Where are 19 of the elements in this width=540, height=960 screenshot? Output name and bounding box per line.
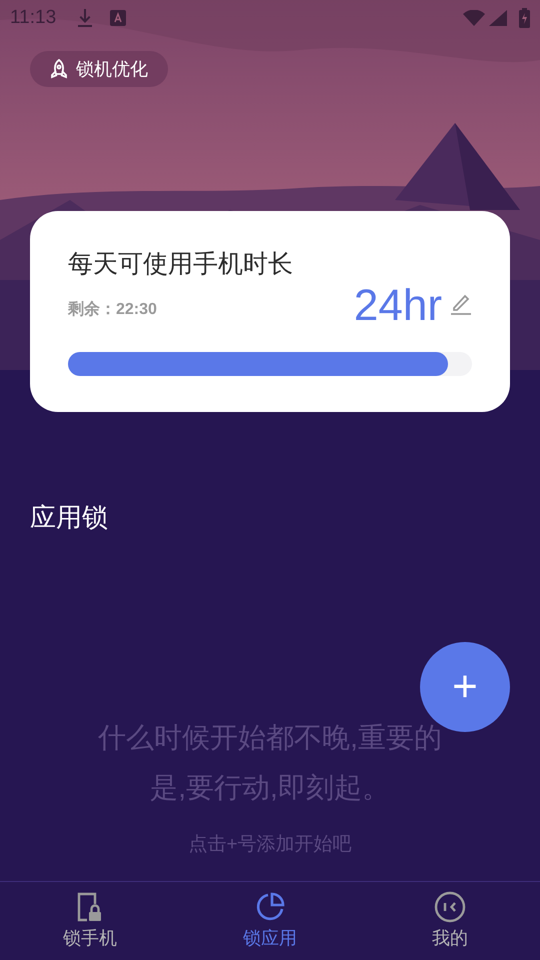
rocket-icon [50, 59, 68, 79]
nav-tab[interactable]: 锁手机 [0, 882, 180, 960]
wifi-icon [463, 10, 485, 26]
section-title: 应用锁 [29, 501, 109, 534]
status-time: 11:13 [10, 6, 56, 30]
card-title: 每天可使用手机时长 [68, 249, 293, 280]
download-icon [76, 8, 94, 28]
nav-tab[interactable]: 锁应用 [180, 882, 360, 960]
optimize-button[interactable]: 锁机优化 [30, 51, 168, 87]
face-icon [434, 890, 466, 922]
signal-icon [489, 10, 507, 26]
edit-button[interactable] [450, 292, 472, 316]
nav-tab[interactable]: 我的 [360, 882, 540, 960]
pie-chart-icon [254, 890, 286, 922]
daily-limit: 24hr [354, 284, 442, 328]
battery-icon [519, 8, 530, 28]
edit-icon [450, 292, 472, 316]
remaining-time: 剩余：22:30 [68, 300, 158, 320]
app-notification-icon [110, 10, 126, 26]
